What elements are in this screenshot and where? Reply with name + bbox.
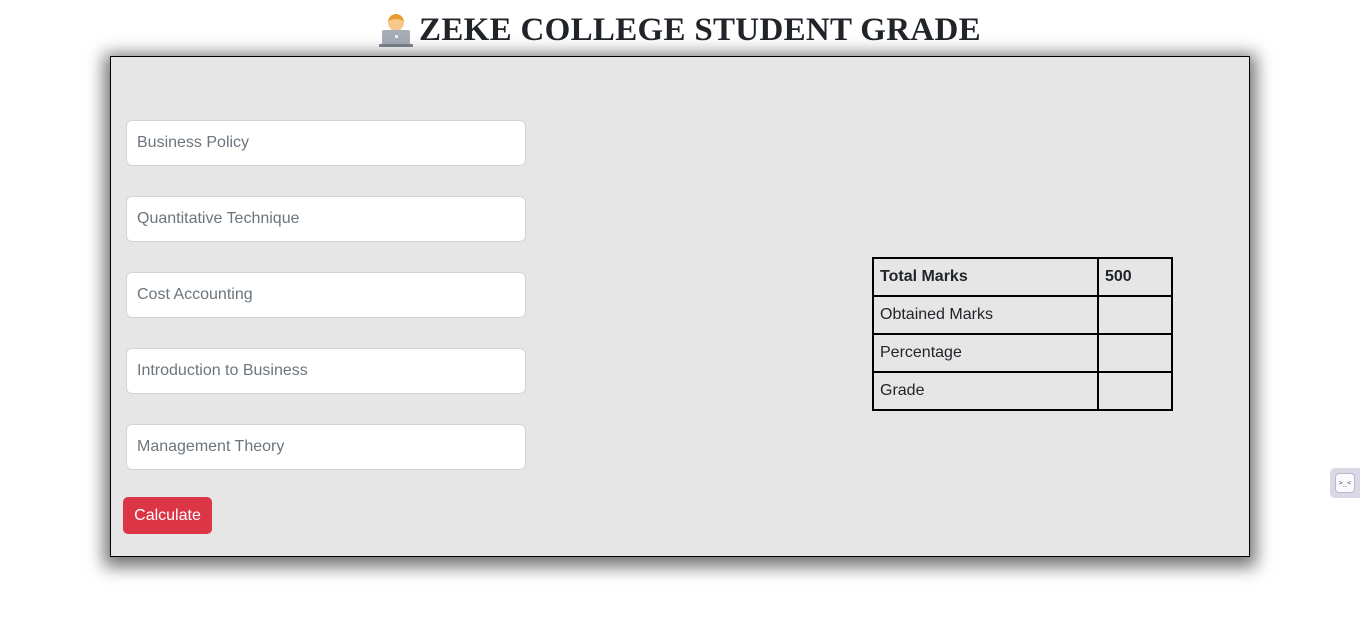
page-title: ZEKE COLLEGE STUDENT GRADE [419, 11, 981, 48]
terminal-extension-icon: >_< [1335, 473, 1355, 493]
table-row: Total Marks 500 [872, 257, 1173, 297]
cost-accounting-input[interactable] [126, 272, 526, 318]
total-marks-value: 500 [1097, 257, 1173, 297]
technologist-emoji-icon [379, 13, 414, 47]
business-policy-input[interactable] [126, 120, 526, 166]
page-header: ZEKE COLLEGE STUDENT GRADE [0, 10, 1360, 50]
management-theory-input[interactable] [126, 424, 526, 470]
table-row: Obtained Marks [872, 295, 1173, 335]
grade-panel: Calculate Total Marks 500 Obtained Marks… [110, 56, 1250, 557]
grade-label: Grade [872, 371, 1099, 411]
quantitative-technique-input[interactable] [126, 196, 526, 242]
total-marks-label: Total Marks [872, 257, 1099, 297]
obtained-marks-value [1097, 295, 1173, 335]
obtained-marks-label: Obtained Marks [872, 295, 1099, 335]
percentage-label: Percentage [872, 333, 1099, 373]
percentage-value [1097, 333, 1173, 373]
calculate-button[interactable]: Calculate [123, 497, 212, 534]
extension-side-button[interactable]: >_< [1330, 468, 1360, 498]
table-row: Grade [872, 371, 1173, 411]
results-table: Total Marks 500 Obtained Marks Percentag… [872, 257, 1173, 411]
grade-value [1097, 371, 1173, 411]
table-row: Percentage [872, 333, 1173, 373]
introduction-to-business-input[interactable] [126, 348, 526, 394]
